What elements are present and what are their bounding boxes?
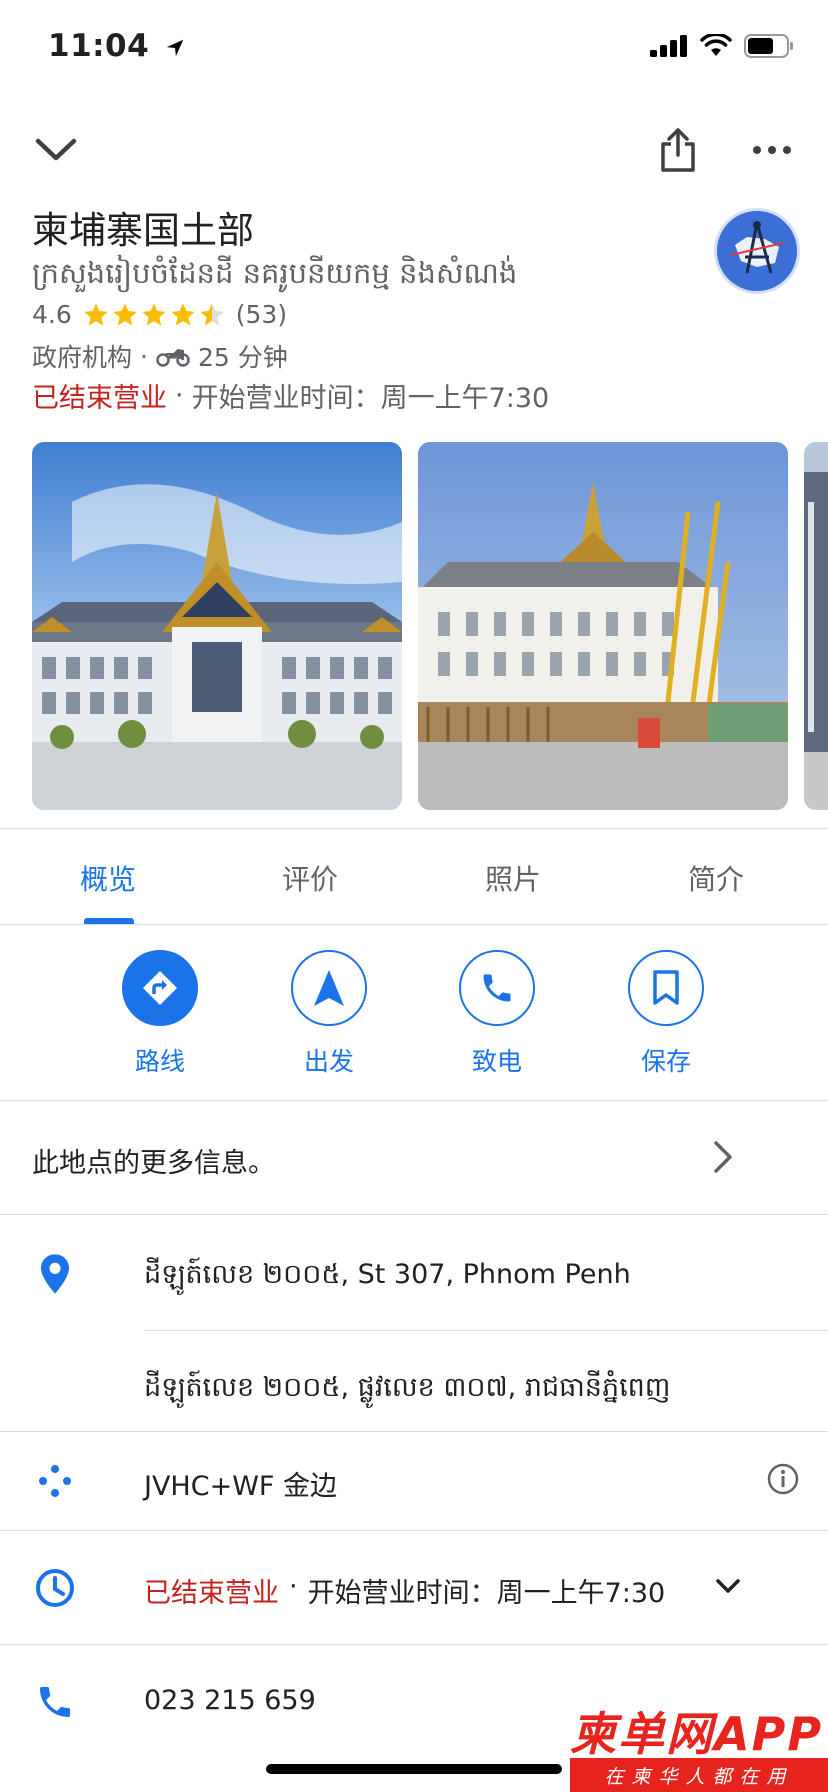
clock-icon-container [30, 1563, 80, 1613]
separator-dot: · [289, 1571, 298, 1602]
save-circle [628, 950, 704, 1026]
tab-about[interactable]: 简介 [616, 858, 816, 898]
star-icon [113, 302, 137, 325]
divider [0, 828, 828, 829]
rating-stars [82, 301, 226, 329]
location-arrow-icon [167, 39, 184, 56]
phone-icon-container [30, 1677, 80, 1727]
phone-icon [483, 974, 511, 1002]
more-info-text: 此地点的更多信息。 [32, 1148, 275, 1179]
directions-label: 路线 [134, 1047, 185, 1076]
hours-opening: 开始营业时间：周一上午7:30 [307, 1578, 666, 1609]
separator-dot: · [140, 341, 148, 371]
expand-chevron-icon[interactable] [714, 1577, 742, 1597]
opening-time: 开始营业时间：周一上午7:30 [191, 383, 550, 414]
status-indicators [650, 34, 794, 58]
motorcycle-icon [156, 348, 190, 367]
directions-button[interactable]: 路线 [100, 950, 220, 1078]
info-icon[interactable] [766, 1462, 800, 1496]
divider [0, 924, 828, 925]
tab-photos[interactable]: 照片 [413, 858, 613, 898]
address-row[interactable]: ដីឡូត៍លេខ ២០០៥, St 307, Phnom Penh [0, 1215, 828, 1329]
rating-row[interactable]: 4.6 (53) [32, 300, 287, 329]
call-circle [459, 950, 535, 1026]
home-indicator[interactable] [266, 1764, 562, 1774]
battery-icon [744, 34, 793, 58]
review-count: (53) [235, 300, 288, 329]
place-subtitle: ក្រសួងរៀបចំដែនដី នគរូបនីយកម្ម និងសំណង់ [32, 256, 518, 290]
star-icon [171, 302, 195, 325]
navigation-arrow-icon [314, 970, 344, 1006]
address-line-2: ដីឡូត៍លេខ ២០០៥, ផ្លូវលេខ ៣០៧, រាជធានីភ្ន… [144, 1372, 671, 1403]
directions-icon [143, 971, 177, 1005]
save-label: 保存 [640, 1047, 691, 1076]
status-time-text: 11:04 [48, 28, 150, 64]
photo-3-peek[interactable] [804, 442, 828, 810]
watermark-logo: 柬单网APP [570, 1707, 824, 1761]
clock-icon [36, 1569, 74, 1607]
more-horizontal-icon [753, 146, 791, 154]
start-circle [291, 950, 367, 1026]
start-label: 出发 [303, 1047, 354, 1076]
share-icon [661, 128, 695, 172]
phone-number: 023 215 659 [144, 1685, 316, 1716]
plus-code-icon [39, 1465, 71, 1497]
location-pin-container [30, 1249, 80, 1299]
star-icon [84, 302, 108, 325]
wifi-icon [700, 34, 732, 56]
place-logo[interactable] [714, 208, 800, 294]
building-render-image [32, 442, 402, 810]
watermark-tagline: 在柬华人都在用 [570, 1758, 828, 1792]
place-title: 柬埔寨国土部 [32, 209, 254, 252]
address-line-1: ដីឡូត៍លេខ ២០០៥, St 307, Phnom Penh [144, 1259, 631, 1290]
separator-dot: · [175, 380, 184, 411]
bookmark-icon [653, 970, 679, 1005]
chevron-right-icon [714, 1141, 732, 1173]
building-photo-image [804, 442, 828, 810]
closed-status: 已结束营业 [32, 383, 167, 414]
plus-code-icon-container [30, 1456, 80, 1506]
collapse-button[interactable] [26, 120, 86, 180]
location-pin-icon [41, 1254, 69, 1294]
hours-closed-status: 已结束营业 [144, 1578, 279, 1609]
save-button[interactable]: 保存 [606, 950, 726, 1078]
hours-row[interactable]: 已结束营业 · 开始营业时间：周一上午7:30 [0, 1531, 828, 1643]
more-info-row[interactable]: 此地点的更多信息。 [0, 1101, 828, 1213]
ministry-emblem-icon [717, 211, 797, 291]
more-options-button[interactable] [742, 120, 802, 180]
hours-summary: 已结束营业 · 开始营业时间：周一上午7:30 [32, 376, 549, 415]
construction-site-image [418, 442, 788, 810]
status-time: 11:04 [48, 28, 186, 64]
photo-1[interactable] [32, 442, 402, 810]
star-half-icon [200, 302, 224, 325]
address-native-row[interactable]: ដីឡូត៍លេខ ២០០៥, ផ្លូវលេខ ៣០៧, រាជធានីភ្ន… [0, 1331, 828, 1431]
photo-2[interactable] [418, 442, 788, 810]
travel-time: 25 分钟 [197, 343, 288, 372]
hours-text: 已结束营业 · 开始营业时间：周一上午7:30 [144, 1571, 665, 1610]
cellular-signal-icon [650, 35, 687, 57]
place-category: 政府机构 [32, 343, 133, 372]
chevron-down-icon [35, 138, 77, 161]
share-button[interactable] [648, 120, 708, 180]
phone-icon [40, 1687, 70, 1717]
plus-code-text: JVHC+WF 金边 [144, 1471, 338, 1502]
star-icon [142, 302, 166, 325]
call-button[interactable]: 致电 [437, 950, 557, 1078]
rating-value: 4.6 [32, 300, 72, 329]
call-label: 致电 [471, 1047, 522, 1076]
start-button[interactable]: 出发 [269, 950, 389, 1078]
category-row: 政府机构 · 25 分钟 [32, 338, 288, 374]
directions-circle [122, 950, 198, 1026]
tab-reviews[interactable]: 评价 [210, 858, 410, 898]
tab-overview[interactable]: 概览 [8, 858, 208, 898]
plus-code-row[interactable]: JVHC+WF 金边 [0, 1432, 828, 1530]
